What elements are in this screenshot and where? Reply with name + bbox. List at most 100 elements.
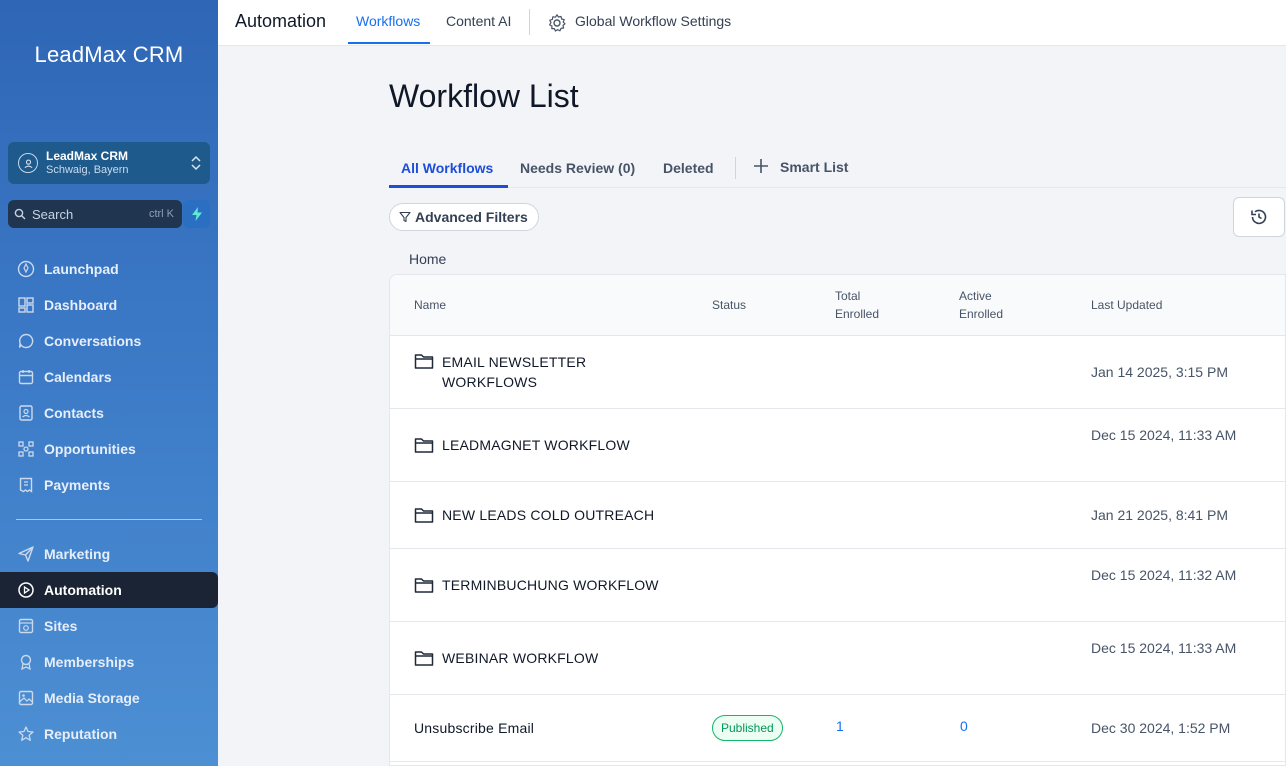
active-enrolled-link[interactable]: 0 xyxy=(960,718,968,734)
folder-icon xyxy=(414,578,434,593)
tab-deleted[interactable]: Deleted xyxy=(663,160,714,176)
workflow-name-text: EMAIL NEWSLETTER WORKFLOWS xyxy=(442,354,587,390)
opportunities-icon xyxy=(18,441,34,457)
smart-list-button[interactable]: Smart List xyxy=(780,159,848,175)
history-icon xyxy=(1251,209,1267,225)
calendar-icon xyxy=(18,370,34,385)
lightning-icon xyxy=(191,207,202,221)
search-shortcut: ctrl K xyxy=(148,208,174,220)
sidebar-item-payments[interactable]: Payments xyxy=(0,467,218,503)
tab-workflows[interactable]: Workflows xyxy=(356,13,420,29)
workflow-name[interactable]: LEADMAGNET WORKFLOW xyxy=(414,435,672,455)
workflow-name[interactable]: Unsubscribe Email xyxy=(414,718,644,738)
advanced-filters-label: Advanced Filters xyxy=(415,209,528,225)
sidebar-divider xyxy=(16,519,202,520)
sidebar-item-label: Reputation xyxy=(44,726,118,742)
sidebar-item-opportunities[interactable]: Opportunities xyxy=(0,431,218,467)
search-placeholder: Search xyxy=(32,206,74,222)
table-row[interactable]: NEW LEADS COLD OUTREACH Jan 21 2025, 8:4… xyxy=(390,482,1285,549)
table-row[interactable]: WEBINAR WORKFLOW Dec 15 2024, 11:33 AM xyxy=(390,622,1285,695)
column-header-status[interactable]: Status xyxy=(712,296,746,314)
brand-logo: LeadMax CRM xyxy=(34,42,184,67)
last-updated: Dec 30 2024, 1:52 PM xyxy=(1091,720,1231,736)
sidebar-item-memberships[interactable]: Memberships xyxy=(0,644,218,680)
sidebar-item-reputation[interactable]: Reputation xyxy=(0,716,218,752)
folder-icon xyxy=(414,508,434,523)
workflow-name-text: Unsubscribe Email xyxy=(414,720,535,736)
workflow-name[interactable]: TERMINBUCHUNG WORKFLOW xyxy=(414,575,672,595)
gear-icon xyxy=(549,14,566,32)
account-name: LeadMax CRM xyxy=(46,149,129,163)
last-updated: Dec 15 2024, 11:33 AM xyxy=(1091,427,1237,443)
column-header-total-enrolled[interactable]: Total Enrolled xyxy=(835,287,879,323)
payments-icon xyxy=(19,477,33,493)
sidebar-item-label: Opportunities xyxy=(44,441,136,457)
tab-content-ai[interactable]: Content AI xyxy=(446,13,511,29)
sidebar-item-label: Automation xyxy=(44,582,122,598)
sidebar-item-label: Contacts xyxy=(44,405,104,421)
sidebar-item-label: Conversations xyxy=(44,333,142,349)
column-header-last-updated[interactable]: Last Updated xyxy=(1091,296,1162,314)
rocket-icon xyxy=(17,260,35,278)
table-row[interactable]: TERMINBUCHUNG WORKFLOW Dec 15 2024, 11:3… xyxy=(390,549,1285,622)
sidebar-item-label: Marketing xyxy=(44,546,111,562)
sidebar-item-launchpad[interactable]: Launchpad xyxy=(0,251,218,287)
global-workflow-settings-link[interactable]: Global Workflow Settings xyxy=(575,13,731,29)
search-input[interactable]: Search ctrl K xyxy=(8,200,182,228)
sidebar-item-automation[interactable]: Automation xyxy=(0,572,218,608)
sidebar-item-contacts[interactable]: Contacts xyxy=(0,395,218,431)
workflow-name-text: NEW LEADS COLD OUTREACH xyxy=(442,507,655,523)
tab-all-workflows[interactable]: All Workflows xyxy=(401,160,493,176)
page-title: Workflow List xyxy=(389,78,579,114)
plus-icon[interactable] xyxy=(753,158,769,174)
workflow-name[interactable]: WEBINAR WORKFLOW xyxy=(414,648,672,668)
breadcrumb[interactable]: Home xyxy=(409,251,446,267)
account-location: Schwaig, Bayern xyxy=(46,164,129,176)
header-line: Enrolled xyxy=(959,307,1004,321)
header-line: Enrolled xyxy=(835,307,880,321)
active-subtab-indicator xyxy=(389,185,508,188)
workflow-name-text: TERMINBUCHUNG WORKFLOW xyxy=(442,577,659,593)
workflow-name[interactable]: EMAIL NEWSLETTER WORKFLOWS xyxy=(414,352,622,392)
sidebar-item-label: Sites xyxy=(44,618,78,634)
sidebar-item-calendars[interactable]: Calendars xyxy=(0,359,218,395)
subtab-divider xyxy=(735,157,736,179)
workflow-table: Name Status Total Enrolled Active Enroll… xyxy=(389,274,1286,766)
table-row[interactable]: Unsubscribe Email Published 1 0 Dec 30 2… xyxy=(390,695,1285,762)
quick-action-button[interactable] xyxy=(183,200,210,228)
table-row[interactable]: LEADMAGNET WORKFLOW Dec 15 2024, 11:33 A… xyxy=(390,409,1285,482)
history-button[interactable] xyxy=(1233,197,1285,237)
column-header-name[interactable]: Name xyxy=(414,296,446,314)
status-badge: Published xyxy=(712,715,783,741)
advanced-filters-button[interactable]: Advanced Filters xyxy=(389,203,539,231)
sidebar-item-dashboard[interactable]: Dashboard xyxy=(0,287,218,323)
sidebar-item-conversations[interactable]: Conversations xyxy=(0,323,218,359)
chevron-updown-icon xyxy=(191,155,201,171)
chat-icon xyxy=(18,333,34,349)
top-bar: Automation Workflows Content AI Global W… xyxy=(218,0,1286,46)
sidebar-item-sites[interactable]: Sites xyxy=(0,608,218,644)
sidebar: LeadMax CRM LeadMax CRM Schwaig, Bayern … xyxy=(0,0,218,766)
contacts-icon xyxy=(19,405,33,421)
column-header-active-enrolled[interactable]: Active Enrolled xyxy=(959,287,1003,323)
image-icon xyxy=(18,690,34,706)
total-enrolled-link[interactable]: 1 xyxy=(836,718,844,734)
star-icon xyxy=(18,726,34,741)
memberships-icon xyxy=(20,654,32,671)
sidebar-item-media-storage[interactable]: Media Storage xyxy=(0,680,218,716)
last-updated: Jan 14 2025, 3:15 PM xyxy=(1091,364,1228,380)
tab-needs-review[interactable]: Needs Review (0) xyxy=(520,160,635,176)
account-switcher[interactable]: LeadMax CRM Schwaig, Bayern xyxy=(8,142,210,184)
folder-icon xyxy=(414,354,434,369)
workflow-name-text: LEADMAGNET WORKFLOW xyxy=(442,437,630,453)
grid-icon xyxy=(18,297,34,313)
active-tab-indicator xyxy=(348,42,430,44)
workflow-subtabs: All Workflows Needs Review (0) Deleted S… xyxy=(389,150,1286,188)
table-row[interactable]: EMAIL NEWSLETTER WORKFLOWS Jan 14 2025, … xyxy=(390,336,1285,409)
folder-icon xyxy=(414,651,434,666)
sidebar-item-marketing[interactable]: Marketing xyxy=(0,536,218,572)
send-icon xyxy=(18,546,34,562)
sites-icon xyxy=(18,618,34,634)
sidebar-item-label: Memberships xyxy=(44,654,135,670)
workflow-name[interactable]: NEW LEADS COLD OUTREACH xyxy=(414,505,672,525)
